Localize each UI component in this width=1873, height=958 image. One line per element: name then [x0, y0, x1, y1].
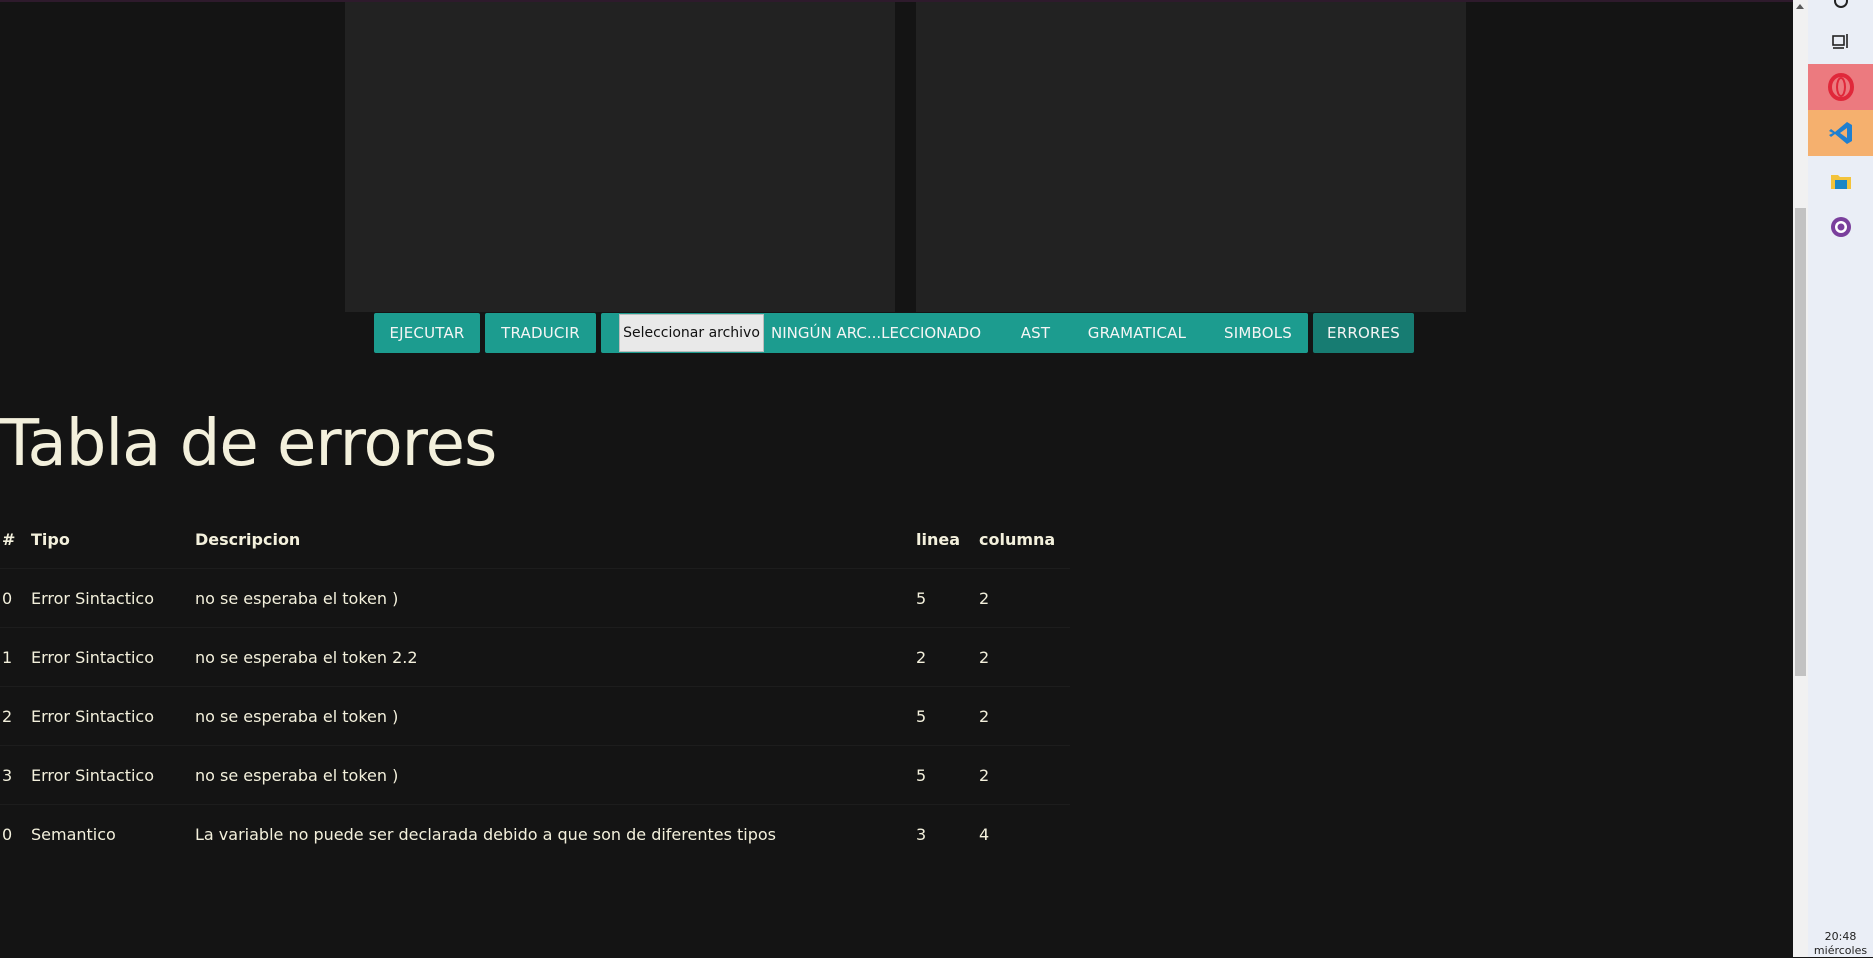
cell-columna: 2 [979, 568, 1070, 628]
opera-icon[interactable] [1808, 64, 1873, 110]
column-header-columna: columna [979, 529, 1056, 549]
github-desktop-icon[interactable] [1808, 204, 1873, 250]
column-header-index: # [2, 529, 16, 549]
cell-columna: 2 [979, 686, 1070, 746]
clock-day: miércoles [1813, 944, 1868, 957]
page-title: Tabla de errores [0, 407, 497, 481]
simbols-button[interactable]: SIMBOLS [1208, 313, 1308, 353]
scroll-up-icon[interactable] [1796, 4, 1804, 9]
cell-tipo: Error Sintactico [31, 568, 195, 628]
task-view-icon[interactable] [1808, 18, 1873, 64]
cell-descripcion: no se esperaba el token ) [195, 568, 916, 628]
cell-linea: 5 [916, 745, 979, 805]
cell-index: 3 [0, 745, 31, 805]
cell-linea: 5 [916, 568, 979, 628]
scrollbar-thumb[interactable] [1795, 208, 1806, 676]
cell-descripcion: La variable no puede ser declarada debid… [195, 804, 916, 863]
output-console[interactable] [916, 2, 1466, 312]
cell-descripcion: no se esperaba el token ) [195, 686, 916, 746]
error-table: # Tipo Descripcion linea columna 0 Error… [0, 510, 1070, 863]
table-row: 2 Error Sintactico no se esperaba el tok… [0, 686, 1070, 746]
clock-time: 20:48 [1824, 930, 1857, 943]
cell-tipo: Error Sintactico [31, 745, 195, 805]
column-header-linea: linea [916, 529, 961, 549]
cell-columna: 4 [979, 804, 1070, 863]
column-header-tipo: Tipo [31, 529, 70, 549]
cell-tipo: Error Sintactico [31, 686, 195, 746]
cell-linea: 5 [916, 686, 979, 746]
source-editor[interactable] [345, 2, 895, 312]
gramatical-button[interactable]: GRAMATICAL [1071, 313, 1203, 353]
taskbar-clock[interactable]: 20:48 miércoles [1808, 930, 1873, 958]
cell-index: 0 [0, 804, 31, 863]
table-row: 0 Error Sintactico no se esperaba el tok… [0, 568, 1070, 628]
choose-file-button[interactable]: Seleccionar archivo [619, 314, 764, 352]
cell-columna: 2 [979, 627, 1070, 687]
errores-button[interactable]: ERRORES [1313, 313, 1414, 353]
vscode-icon[interactable] [1808, 110, 1873, 156]
cell-linea: 3 [916, 804, 979, 863]
cell-columna: 2 [979, 745, 1070, 805]
taskbar: 20:48 miércoles [1808, 0, 1873, 957]
table-row: 3 Error Sintactico no se esperaba el tok… [0, 745, 1070, 805]
ast-button[interactable]: AST [1004, 313, 1067, 353]
table-row: 0 Semantico La variable no puede ser dec… [0, 804, 1070, 863]
cell-index: 2 [0, 686, 31, 746]
cell-linea: 2 [916, 627, 979, 687]
file-explorer-icon[interactable] [1808, 158, 1873, 204]
traducir-button[interactable]: TRADUCIR [485, 313, 596, 353]
cell-tipo: Semantico [31, 804, 195, 863]
column-header-descripcion: Descripcion [195, 529, 301, 549]
vertical-scrollbar[interactable] [1793, 0, 1808, 957]
table-row: 1 Error Sintactico no se esperaba el tok… [0, 627, 1070, 687]
window-top-border [0, 0, 1793, 2]
cell-index: 1 [0, 627, 31, 687]
cell-index: 0 [0, 568, 31, 628]
file-name-status: NINGÚN ARC...LECCIONADO [771, 324, 982, 342]
ejecutar-button[interactable]: EJECUTAR [374, 313, 480, 353]
table-header-row: # Tipo Descripcion linea columna [0, 510, 1070, 569]
cell-tipo: Error Sintactico [31, 627, 195, 687]
cell-descripcion: no se esperaba el token ) [195, 745, 916, 805]
cell-descripcion: no se esperaba el token 2.2 [195, 627, 916, 687]
